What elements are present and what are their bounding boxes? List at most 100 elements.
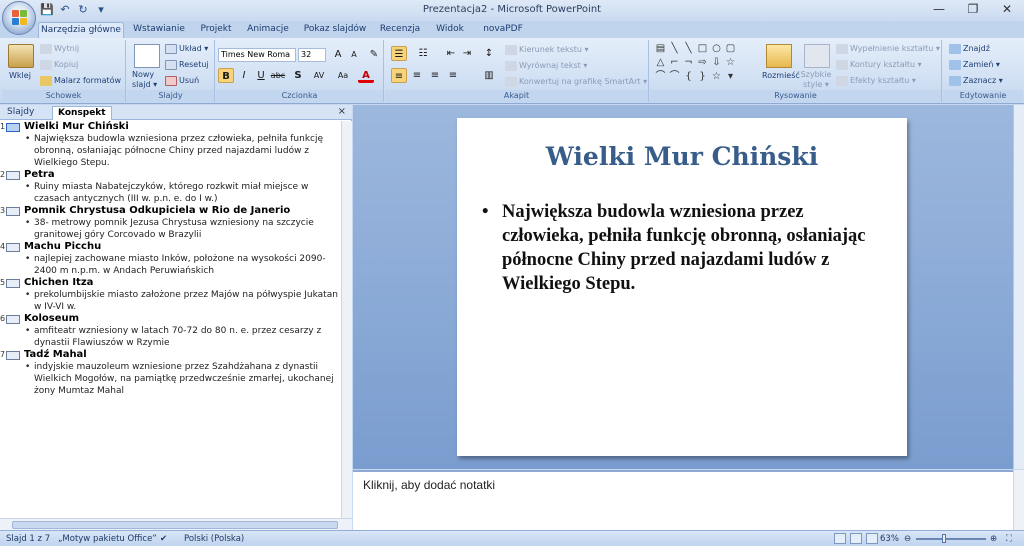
close-pane-icon[interactable]: × (338, 106, 346, 117)
brace-right-shape-icon[interactable]: } (696, 71, 709, 83)
line-shape-icon[interactable]: ╲ (668, 43, 681, 55)
outline-slide[interactable]: 1Wielki Mur ChińskiNajwiększa budowla wz… (0, 121, 340, 169)
shape-outline-button[interactable]: Kontury kształtu ▾ (836, 59, 922, 71)
slide-thumbnail-icon[interactable] (6, 315, 20, 324)
line-spacing-icon[interactable]: ↕ (481, 46, 497, 61)
office-button[interactable] (2, 1, 36, 35)
bold-button[interactable]: B (218, 68, 234, 83)
justify-icon[interactable]: ≡ (445, 68, 461, 83)
find-button[interactable]: Znajdź (949, 43, 990, 55)
slide-thumbnail-icon[interactable] (6, 207, 20, 216)
layout-button[interactable]: Układ ▾ (165, 43, 208, 55)
fit-to-window-icon[interactable]: ⛶ (1006, 533, 1012, 545)
tab-animations[interactable]: Animacje (242, 22, 294, 38)
arrow-down-shape-icon[interactable]: ⇩ (710, 57, 723, 69)
star5-shape-icon[interactable]: ☆ (710, 71, 723, 83)
outline-vertical-scrollbar[interactable] (341, 121, 352, 521)
slide-vertical-scrollbar[interactable] (1013, 105, 1024, 469)
minimize-button[interactable]: — (922, 0, 956, 20)
outline-body-line[interactable]: indyjskie mauzoleum wzniesione przez Sza… (24, 361, 340, 373)
outline-body-line[interactable]: amfiteatr wzniesiony w latach 70-72 do 8… (24, 325, 340, 337)
change-case-button[interactable]: Aa (333, 68, 353, 83)
font-name-dropdown[interactable]: Times New Roma (218, 48, 296, 62)
slide-thumbnail-icon[interactable] (6, 279, 20, 288)
arrow-right-shape-icon[interactable]: ⇨ (696, 57, 709, 69)
align-center-icon[interactable]: ≡ (409, 68, 425, 83)
shrink-font-button[interactable]: A (346, 47, 362, 62)
close-button[interactable]: ✕ (990, 0, 1024, 20)
char-spacing-button[interactable]: AV (308, 68, 330, 83)
outline-slide[interactable]: 6Koloseumamfiteatr wzniesiony w latach 7… (0, 313, 340, 349)
outline-list[interactable]: 1Wielki Mur ChińskiNajwiększa budowla wz… (0, 121, 340, 521)
underline-button[interactable]: U (253, 68, 269, 83)
outline-slide-title[interactable]: Petra (24, 169, 340, 181)
slide-sorter-view-icon[interactable] (850, 533, 862, 544)
spellcheck-icon[interactable]: ✔ (160, 533, 167, 545)
tab-slideshow[interactable]: Pokaz slajdów (298, 22, 372, 38)
cut-button[interactable]: Wytnij (40, 43, 79, 55)
tab-novapdf[interactable]: novaPDF (478, 22, 528, 38)
outline-slide[interactable]: 3 Pomnik Chrystusa Odkupiciela w Rio de J… (0, 205, 340, 241)
quick-styles-button[interactable]: Szybkie style ▾ (800, 70, 832, 90)
shape-effects-button[interactable]: Efekty kształtu ▾ (836, 75, 916, 87)
maximize-button[interactable]: ❐ (956, 0, 990, 20)
replace-button[interactable]: Zamień ▾ (949, 59, 1000, 71)
delete-slide-button[interactable]: Usuń (165, 75, 199, 87)
tab-design[interactable]: Projekt (192, 22, 240, 38)
text-direction-button[interactable]: Kierunek tekstu ▾ (505, 44, 589, 56)
font-color-button[interactable]: A (358, 68, 374, 83)
zoom-in-icon[interactable]: ⊕ (990, 533, 997, 545)
outline-slide-title[interactable]: Pomnik Chrystusa Odkupiciela w Rio de Ja… (24, 205, 340, 217)
outline-body-line[interactable]: w IV-VI w. (24, 301, 340, 313)
outline-body-line[interactable]: granitowej góry Corcovado w Brazylii (24, 229, 340, 241)
shapes-gallery[interactable]: ▤ ╲ ╲ □ ○ ▢ △ ⌐ ¬ ⇨ ⇩ ☆ ⌒ ⌒ { } ☆ ▾ (654, 43, 754, 87)
slide-thumbnail-icon[interactable] (6, 123, 20, 132)
outline-body-line[interactable]: Wielkiego Stepu. (24, 157, 340, 169)
outline-slide[interactable]: 5Chichen Itzaprekolumbijskie miasto zało… (0, 277, 340, 313)
triangle-shape-icon[interactable]: △ (654, 57, 667, 69)
columns-icon[interactable]: ▥ (481, 68, 497, 83)
notes-scrollbar[interactable] (1013, 470, 1024, 530)
outline-body-line[interactable]: prekolumbijskie miasto założone przez Ma… (24, 289, 340, 301)
zoom-slider-thumb[interactable] (942, 534, 946, 543)
notes-placeholder[interactable]: Kliknij, aby dodać notatki (363, 478, 495, 492)
outline-body-line[interactable]: Największa budowla wzniesiona przez czło… (24, 133, 340, 145)
align-left-icon[interactable]: ≡ (391, 68, 407, 83)
tab-outline-pane[interactable]: Konspekt (52, 106, 112, 120)
outline-slide-title[interactable]: Machu Picchu (24, 241, 340, 253)
brace-left-shape-icon[interactable]: { (682, 71, 695, 83)
outline-slide-title[interactable]: Koloseum (24, 313, 340, 325)
arc-shape-icon[interactable]: ⌒ (668, 71, 681, 83)
align-text-button[interactable]: Wyrównaj tekst ▾ (505, 60, 587, 72)
slide-body-text[interactable]: Największa budowla wzniesiona przez czło… (482, 200, 885, 296)
slide-thumbnail-icon[interactable] (6, 243, 20, 252)
outline-body-line[interactable]: 2400 m n.p.m. w Andach Peruwiańskich (24, 265, 340, 277)
slideshow-view-icon[interactable] (866, 533, 878, 544)
outline-body-line[interactable]: żony Mumtaz Mahal (24, 385, 340, 397)
arrange-button[interactable]: Rozmieść (762, 70, 800, 82)
roundrect-shape-icon[interactable]: ▢ (724, 43, 737, 55)
outline-slide[interactable]: 4Machu Picchunajlepiej zachowane miasto … (0, 241, 340, 277)
strikethrough-button[interactable]: abc (270, 68, 286, 83)
textbox-shape-icon[interactable]: ▤ (654, 43, 667, 55)
outline-body-line[interactable]: Wielkich Mogołów, na pamiątkę przedwcześ… (24, 373, 340, 385)
slide-thumbnail-icon[interactable] (6, 171, 20, 180)
outline-body-line[interactable]: obronną, osłaniając północne Chiny przed… (24, 145, 340, 157)
star-shape-icon[interactable]: ☆ (724, 57, 737, 69)
slide-title[interactable]: Wielki Mur Chiński (457, 142, 907, 171)
zoom-slider[interactable] (916, 538, 986, 540)
theme-name[interactable]: „Motyw pakietu Office” (58, 533, 157, 545)
scroll-thumb[interactable] (12, 521, 338, 529)
tab-view[interactable]: Widok (430, 22, 470, 38)
zoom-level[interactable]: 63% (880, 533, 899, 545)
slide-thumbnail-icon[interactable] (6, 351, 20, 360)
align-right-icon[interactable]: ≡ (427, 68, 443, 83)
outline-body-line[interactable]: dynastii Flawiuszów w Rzymie (24, 337, 340, 349)
outline-slide[interactable]: 7Tadź Mahalindyjskie mauzoleum wzniesion… (0, 349, 340, 397)
rect-shape-icon[interactable]: □ (696, 43, 709, 55)
notes-pane[interactable]: Kliknij, aby dodać notatki (353, 470, 1013, 530)
outline-body-line[interactable]: czasach antycznych (III w. p.n. e. do I … (24, 193, 340, 205)
more-shapes-icon[interactable]: ▾ (724, 71, 737, 83)
elbow2-shape-icon[interactable]: ¬ (682, 57, 695, 69)
shape-fill-button[interactable]: Wypełnienie kształtu ▾ (836, 43, 940, 55)
